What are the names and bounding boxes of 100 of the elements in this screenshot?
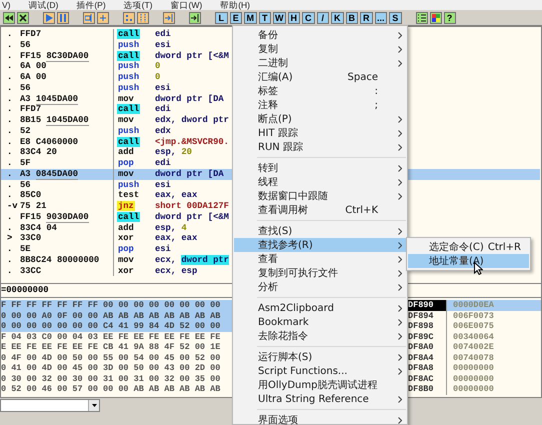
menu-item[interactable]: 查找参考(R) [234,238,406,252]
menu-item[interactable]: 界面选项 [234,413,406,425]
return-arrow-button[interactable] [163,12,175,24]
menu-item[interactable]: 注释 ; [234,98,406,112]
code-row[interactable]: . 56 push esi [1,40,232,50]
menu-item[interactable]: 复制 [234,42,406,56]
mnemonic: xor [117,233,135,244]
code-row[interactable]: . E8 C4060000 call <jmp.&MSVCR90. [1,136,232,148]
menu-item[interactable]: 复制到可执行文件 [234,266,406,280]
operand: edx, dword ptr [155,115,229,126]
menu-item[interactable]: 数据窗口中跟随 [234,189,406,203]
rewind-button[interactable] [3,12,15,24]
menu-item[interactable]: 二进制 [234,56,406,70]
menu-item[interactable]: 用OllyDump脱壳调试进程 [234,378,406,392]
code-row[interactable]: . 56 push esi [1,180,232,190]
toolbar-letter-button[interactable]: S [389,12,402,24]
goto-arrow-button[interactable] [189,12,201,24]
menu-bar-item[interactable]: 帮助(H) [220,0,250,10]
toolbar-letter-button[interactable]: ... [374,12,387,24]
menu-item[interactable]: Ultra String Reference [234,392,406,406]
code-row[interactable]: . FFD7 call edi [1,29,232,40]
operand: edi [155,158,171,169]
mnemonic: mov [117,254,135,265]
code-row[interactable]: . 83C4 04 add esp, 4 [1,222,232,234]
row-marker: -v [6,201,17,212]
operand: edi [155,29,171,40]
code-row[interactable]: . 8B8C24 80000000 mov ecx, dword ptr [1,254,232,266]
toolbar-letter-button[interactable]: W [273,12,286,24]
code-row[interactable]: . FF15 8C30DA00 call dword ptr [<&M [1,50,232,62]
close-button[interactable] [17,12,29,24]
menu-item[interactable]: 备份 [234,28,406,42]
menu-item[interactable]: 汇编(A) Space [234,70,406,84]
menu-bar-item[interactable]: 调试(D) [28,0,58,10]
menu-item[interactable]: Asm2Clipboard [234,301,406,315]
operand: <jmp.&MSVCR90. [155,136,229,148]
address-dropdown[interactable] [0,399,100,412]
menu-item[interactable]: 查看调用树 Ctrl+K [234,203,406,217]
toolbar-letter-button[interactable]: R [360,12,372,24]
code-row[interactable]: > 33C0 xor eax, eax [1,233,232,244]
operand: eax, eax [155,190,198,201]
menu-item[interactable]: 去除花指令 [234,329,406,343]
toolbar-letter-button[interactable]: B [346,12,358,24]
mnemonic: push [117,61,140,72]
menu-item[interactable]: 查看 [234,252,406,266]
code-row[interactable]: . FF15 9030DA00 call dword ptr [<&M [1,212,232,222]
hex-dump-row-text: 0 4F 00 4D 00 50 00 55 00 54 00 45 00 52 00 [1,352,222,363]
code-row[interactable]: -v 75 21 jnz short 00DA127F [1,201,232,212]
toolbar-letter-button[interactable]: / [316,12,329,24]
row-marker: . [6,158,14,169]
code-row[interactable]: . 52 push edx [1,126,232,136]
menu-item[interactable]: 运行脚本(S) [234,350,406,364]
mnemonic: call [117,136,140,146]
menu-bar-item[interactable]: 选项(T) [124,0,153,10]
toolbar-letter-button[interactable]: E [230,12,242,24]
code-row[interactable]: . 33CC xor ecx, esp [1,266,232,276]
color-grid-button[interactable] [430,12,442,24]
menu-item[interactable]: 断点(P) [234,112,406,126]
menu-bar-item[interactable]: 插件(P) [76,0,106,10]
menu-bar-item[interactable]: 窗口(W) [170,0,202,10]
toolbar-letter-button[interactable]: C [302,12,314,24]
toolbar-letter-button[interactable]: L [215,12,228,24]
menu-item[interactable]: 地址常量(A) [408,254,529,268]
code-row[interactable]: . 6A 00 push 0 [1,61,232,72]
stack-row[interactable]: DF890 0000D0EA [407,300,541,310]
toolbar-letter-button[interactable]: T [258,12,271,24]
pause-button[interactable] [57,12,69,24]
toolbar-letter-button[interactable]: H [288,12,300,24]
menu-item[interactable]: Script Functions... [234,364,406,378]
mnemonic: push [117,180,140,190]
menu-item[interactable]: 查找(S) [234,224,406,238]
code-row[interactable]: . A3 1045DA00 mov dword ptr [DA [1,94,232,104]
code-row[interactable]: . 5E pop esi [1,244,232,255]
play-button[interactable] [43,12,55,24]
menu-item[interactable]: RUN 跟踪 [234,140,406,154]
code-row[interactable]: . 6A 00 push 0 [1,72,232,83]
menu-bar-item[interactable]: V) [2,0,10,10]
code-row[interactable]: . FFD7 call edi [1,104,232,115]
menu-item[interactable]: 转到 [234,161,406,175]
trace-into-icon [125,14,133,22]
hex-bytes: 6A 00 [17,61,114,72]
code-row[interactable]: . 8B15 1045DA00 mov edx, dword ptr [1,115,232,126]
trace-over-button[interactable] [137,12,149,24]
trace-into-button[interactable] [123,12,135,24]
step-over-button[interactable] [97,12,109,24]
list-button[interactable] [416,12,428,24]
hex-bytes: 5E [17,244,114,255]
hex-bytes: 56 [17,40,114,50]
help-button[interactable]: ? [444,12,456,24]
code-row[interactable]: . 85C0 test eax, eax [1,190,232,201]
menu-item[interactable]: 线程 [234,175,406,189]
row-marker: . [6,29,14,40]
menu-item[interactable]: Bookmark [234,315,406,329]
menu-item[interactable]: 标签 : [234,84,406,98]
toolbar-letter-button[interactable]: M [244,12,256,24]
toolbar-letter-button[interactable]: K [331,12,344,24]
code-row[interactable]: . 83C4 20 add esp, 20 [1,147,232,158]
step-into-button[interactable] [83,12,95,24]
menu-item[interactable]: 选定命令(C) Ctrl+R [408,240,529,254]
code-row[interactable]: . 56 push esi [1,82,232,94]
menu-item[interactable]: HIT 跟踪 [234,126,406,140]
